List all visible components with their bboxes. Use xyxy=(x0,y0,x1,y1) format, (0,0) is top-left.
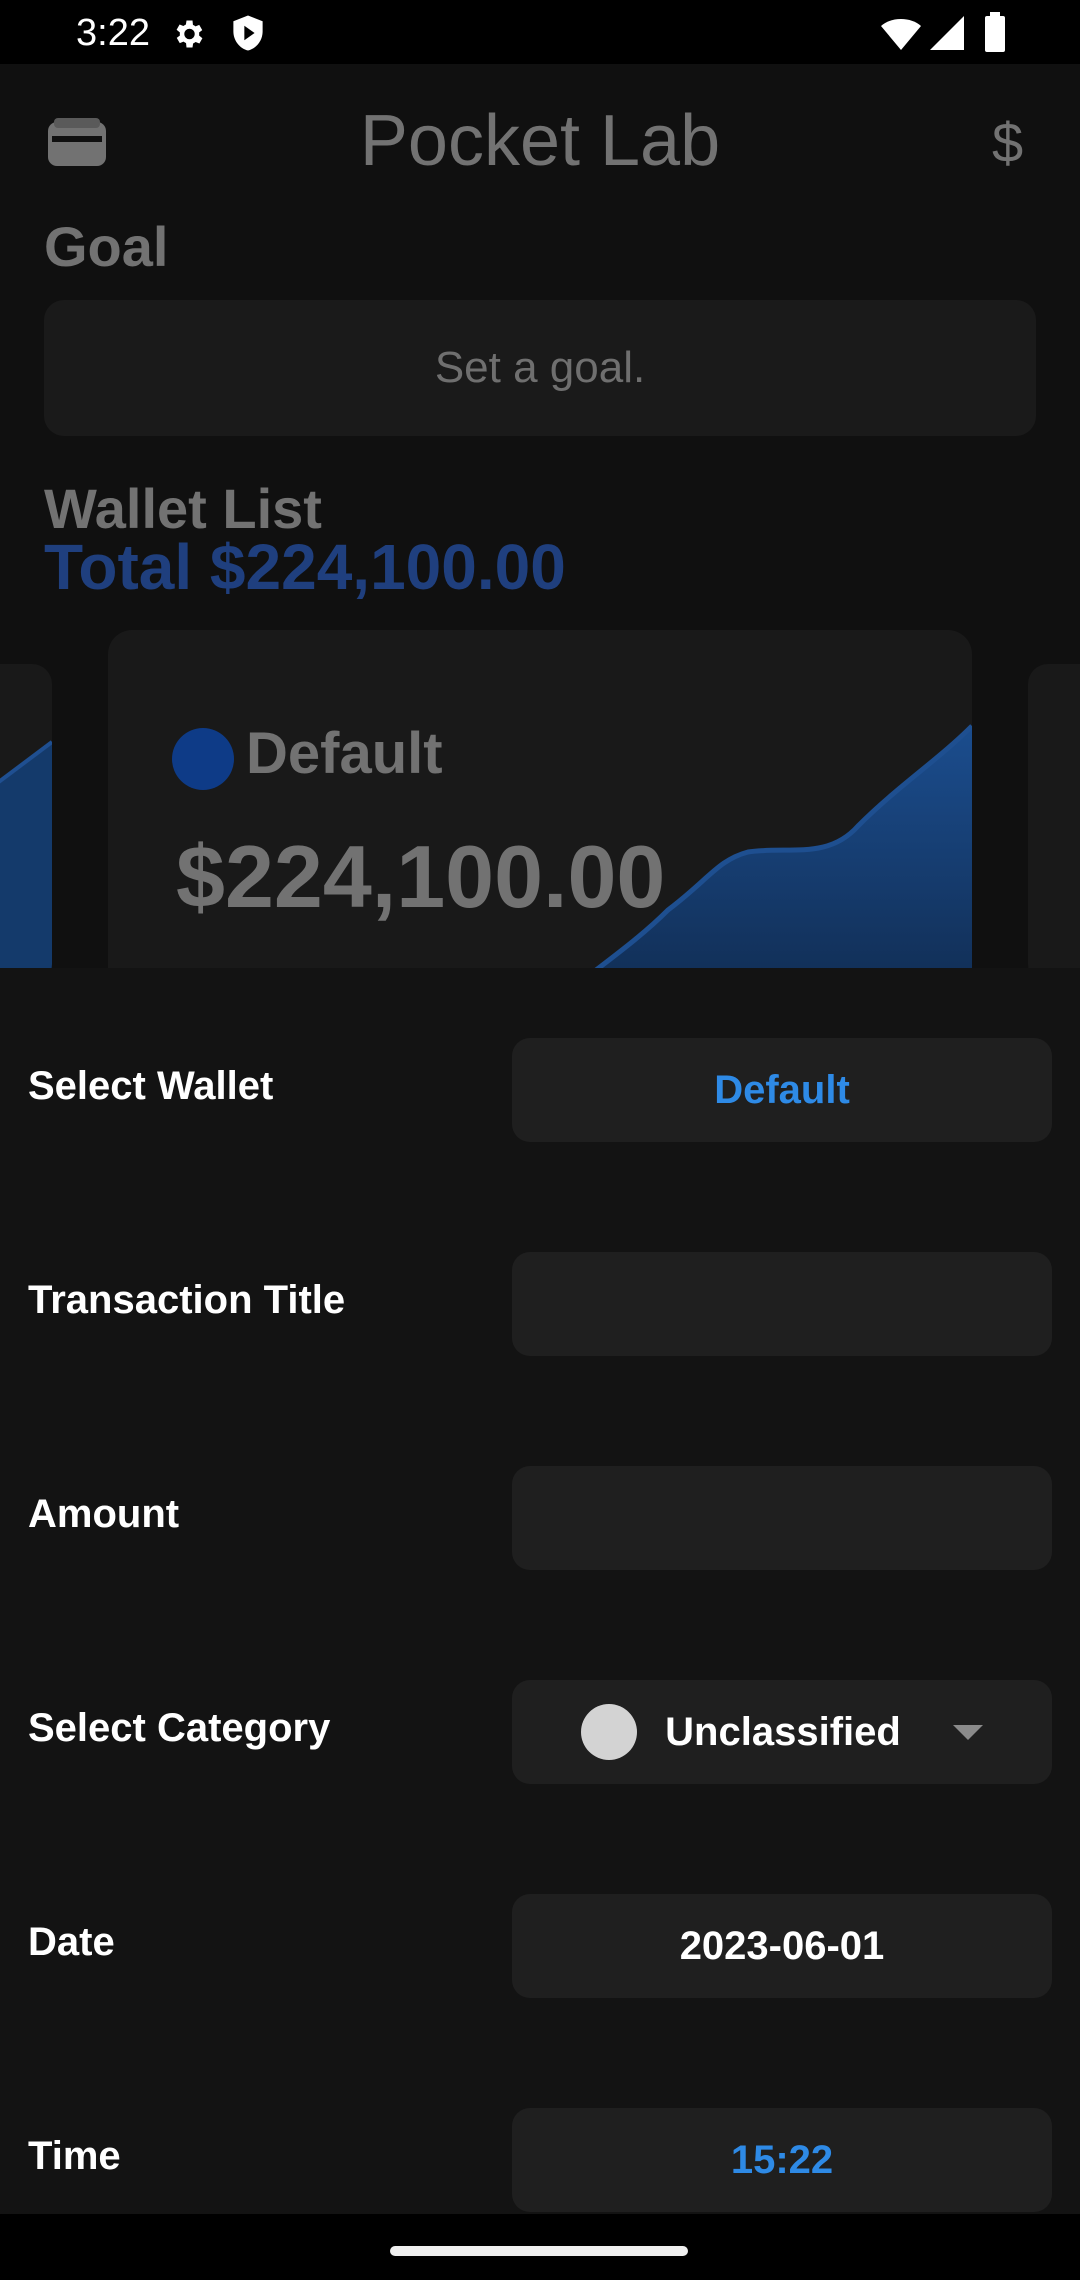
app-title: Pocket Lab xyxy=(359,101,721,181)
category-color-icon xyxy=(581,1704,638,1760)
time-picker-button[interactable]: 15:22 xyxy=(512,2108,1052,2212)
wallet-name: Default xyxy=(246,721,443,786)
select-category-label: Select Category xyxy=(28,1706,331,1750)
amount-label: Amount xyxy=(28,1492,180,1536)
select-category-dropdown[interactable]: Unclassified xyxy=(512,1680,1052,1784)
date-label: Date xyxy=(28,1920,115,1964)
category-value: Unclassified xyxy=(665,1709,901,1754)
wallet-card-next[interactable] xyxy=(1028,664,1080,984)
signal-icon xyxy=(930,16,964,50)
home-gesture-handle[interactable] xyxy=(390,2246,688,2256)
date-picker-button[interactable]: 2023-06-01 xyxy=(512,1894,1052,1998)
transaction-title-label: Transaction Title xyxy=(28,1278,346,1322)
amount-input[interactable] xyxy=(512,1466,1052,1570)
select-wallet-label: Select Wallet xyxy=(28,1064,274,1108)
app-header: Pocket Lab $ xyxy=(0,64,1080,212)
status-time: 3:22 xyxy=(76,12,150,54)
gear-icon xyxy=(176,20,203,48)
wallet-card-previous[interactable] xyxy=(0,664,52,984)
wallet-total: Total $224,100.00 xyxy=(44,531,566,603)
set-goal-button[interactable]: Set a goal. xyxy=(44,300,1036,436)
wallet-chart-area xyxy=(0,740,52,984)
currency-icon[interactable]: $ xyxy=(992,110,1023,175)
select-wallet-button[interactable]: Default xyxy=(512,1038,1052,1142)
screen: 3:22 Pocket Lab $ Goal Set a goal. Walle… xyxy=(0,0,1080,2280)
battery-icon xyxy=(985,12,1005,52)
main-screen: Pocket Lab $ Goal Set a goal. Wallet Lis… xyxy=(0,64,1080,1030)
goal-heading: Goal xyxy=(44,215,169,278)
wallet-balance: $224,100.00 xyxy=(176,827,666,926)
dropdown-arrow-icon xyxy=(952,1724,983,1740)
time-label: Time xyxy=(28,2134,121,2178)
navigation-bar xyxy=(0,2214,1080,2280)
add-transaction-sheet: Select Wallet Default Transaction Title … xyxy=(0,968,1080,2214)
status-bar: 3:22 xyxy=(0,0,1080,64)
transaction-title-input[interactable] xyxy=(512,1252,1052,1356)
wallet-badge-icon xyxy=(172,728,234,790)
wifi-icon xyxy=(881,19,921,50)
shield-icon xyxy=(233,15,263,51)
